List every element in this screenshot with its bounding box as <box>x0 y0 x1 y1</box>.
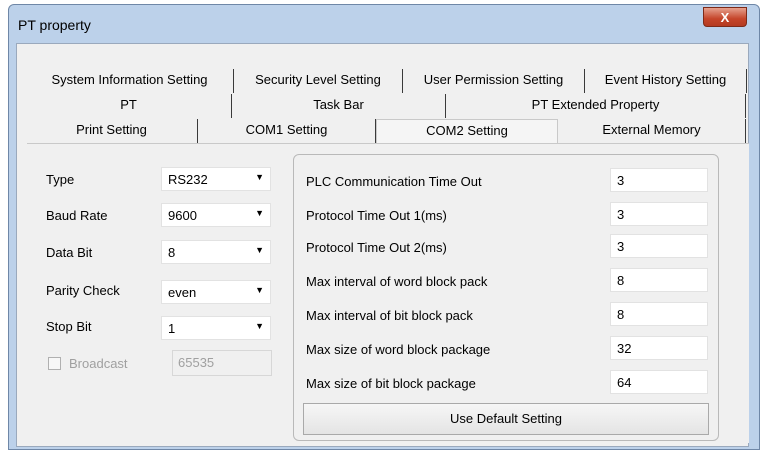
data-bit-value: 8 <box>168 245 176 260</box>
word-interval-value: 8 <box>617 273 625 288</box>
data-bit-select[interactable]: 8 ▼ <box>161 240 271 264</box>
protocol-timeout-2-input[interactable]: 3 <box>610 234 708 258</box>
protocol-timeout-2-label: Protocol Time Out 2(ms) <box>306 240 447 255</box>
chevron-down-icon: ▼ <box>255 172 264 182</box>
data-bit-label: Data Bit <box>46 245 93 260</box>
baud-rate-select[interactable]: 9600 ▼ <box>161 203 271 227</box>
bit-size-input[interactable]: 64 <box>610 370 708 394</box>
type-select[interactable]: RS232 ▼ <box>161 167 271 191</box>
tab-event-history[interactable]: Event History Setting <box>585 69 747 93</box>
tab-system-information[interactable]: System Information Setting <box>26 69 234 93</box>
chevron-down-icon: ▼ <box>255 285 264 295</box>
broadcast-checkbox[interactable] <box>48 357 61 370</box>
tab-row-2: PT Task Bar PT Extended Property <box>26 94 746 118</box>
tab-security-level[interactable]: Security Level Setting <box>234 69 403 93</box>
tab-user-permission[interactable]: User Permission Setting <box>403 69 585 93</box>
protocol-timeout-2-value: 3 <box>617 239 625 254</box>
plc-timeout-label: PLC Communication Time Out <box>306 174 482 189</box>
bit-interval-input[interactable]: 8 <box>610 302 708 326</box>
word-interval-input[interactable]: 8 <box>610 268 708 292</box>
bit-size-label: Max size of bit block package <box>306 376 476 391</box>
timeout-group-box <box>293 154 719 441</box>
stop-bit-select[interactable]: 1 ▼ <box>161 316 271 340</box>
baud-rate-value: 9600 <box>168 208 197 223</box>
broadcast-label: Broadcast <box>69 356 128 371</box>
chevron-down-icon: ▼ <box>255 245 264 255</box>
close-button[interactable]: X <box>703 7 747 27</box>
tab-external-memory[interactable]: External Memory <box>558 119 746 143</box>
type-label: Type <box>46 172 75 187</box>
tab-pt-extended-property[interactable]: PT Extended Property <box>446 94 746 118</box>
chevron-down-icon: ▼ <box>255 208 264 218</box>
tab-row-1: System Information Setting Security Leve… <box>26 69 747 93</box>
close-icon: X <box>720 10 730 25</box>
type-value: RS232 <box>168 172 208 187</box>
protocol-timeout-1-value: 3 <box>617 207 625 222</box>
plc-timeout-input[interactable]: 3 <box>610 168 708 192</box>
plc-timeout-value: 3 <box>617 173 625 188</box>
tab-task-bar[interactable]: Task Bar <box>232 94 446 118</box>
stop-bit-label: Stop Bit <box>46 319 92 334</box>
chevron-down-icon: ▼ <box>255 321 264 331</box>
parity-check-label: Parity Check <box>46 283 120 298</box>
word-size-label: Max size of word block package <box>306 342 491 357</box>
word-size-value: 32 <box>617 341 632 356</box>
protocol-timeout-1-input[interactable]: 3 <box>610 202 708 226</box>
word-size-input[interactable]: 32 <box>610 336 708 360</box>
parity-check-value: even <box>168 285 197 300</box>
bit-size-value: 64 <box>617 375 632 390</box>
tab-print-setting[interactable]: Print Setting <box>26 119 198 143</box>
word-interval-label: Max interval of word block pack <box>306 274 488 289</box>
tab-pt[interactable]: PT <box>26 94 232 118</box>
stop-bit-value: 1 <box>168 321 176 336</box>
bit-interval-value: 8 <box>617 307 625 322</box>
protocol-timeout-1-label: Protocol Time Out 1(ms) <box>306 208 447 223</box>
window-title: PT property <box>18 17 91 33</box>
broadcast-address-value: 65535 <box>178 355 215 370</box>
broadcast-address-field[interactable]: 65535 <box>172 350 272 376</box>
parity-check-select[interactable]: even ▼ <box>161 280 271 304</box>
bit-interval-label: Max interval of bit block pack <box>306 308 473 323</box>
baud-rate-label: Baud Rate <box>46 208 108 223</box>
tab-com2-setting[interactable]: COM2 Setting <box>376 119 558 143</box>
use-default-setting-button[interactable]: Use Default Setting <box>303 403 709 435</box>
tab-com1-setting[interactable]: COM1 Setting <box>198 119 376 143</box>
tab-row-3: Print Setting COM1 Setting COM2 Setting … <box>26 119 746 143</box>
title-bar[interactable]: PT property X <box>9 5 759 43</box>
